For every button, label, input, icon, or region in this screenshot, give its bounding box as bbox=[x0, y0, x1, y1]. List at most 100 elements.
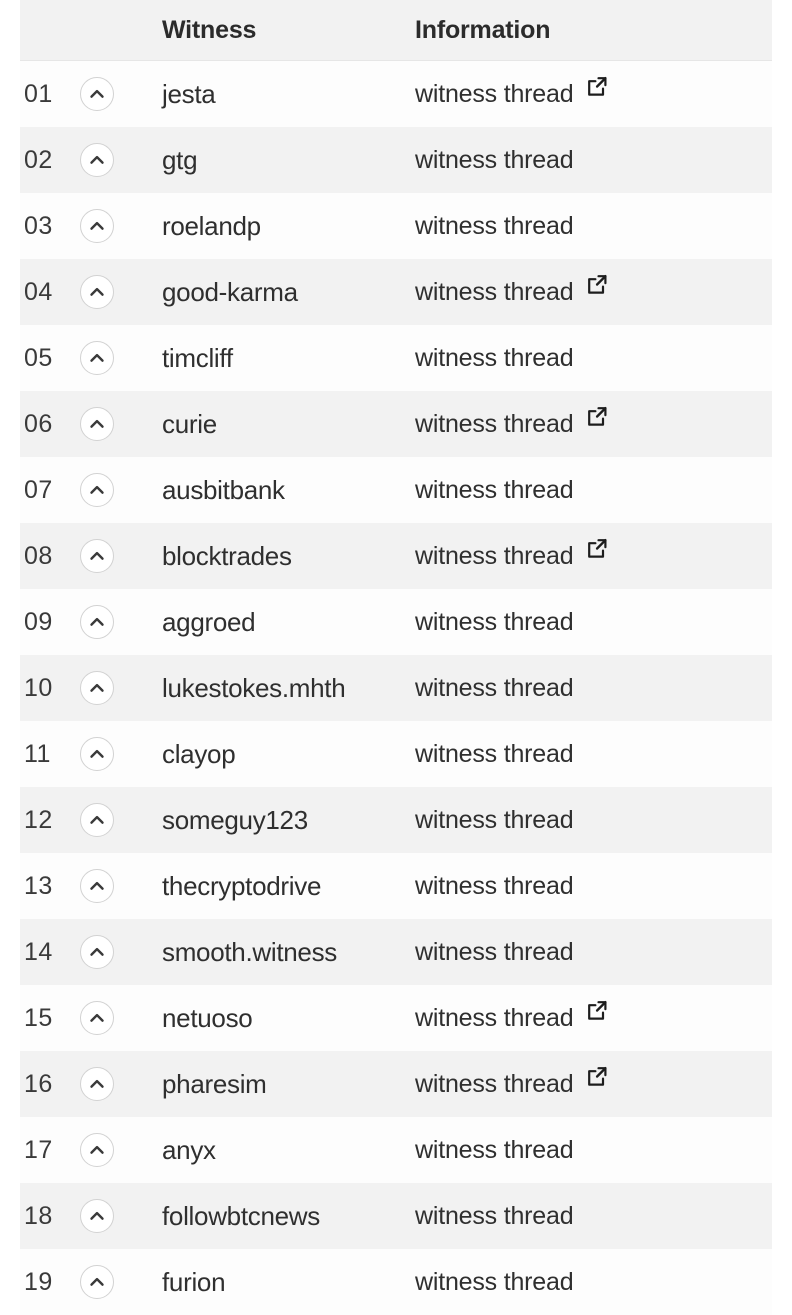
table-row: 02 gtg witness thread bbox=[20, 127, 772, 193]
vote-cell bbox=[80, 209, 140, 243]
chevron-up-circle-icon[interactable] bbox=[80, 1265, 114, 1299]
witness-thread-link[interactable]: witness thread bbox=[415, 608, 574, 637]
witness-rank: 19 bbox=[24, 1267, 53, 1296]
chevron-up-circle-icon[interactable] bbox=[80, 1199, 114, 1233]
witness-thread-link[interactable]: witness thread bbox=[415, 476, 574, 505]
witness-name[interactable]: lukestokes.mhth bbox=[140, 673, 415, 704]
information-cell: witness thread bbox=[415, 674, 772, 703]
information-cell: witness thread bbox=[415, 537, 772, 575]
vote-cell bbox=[80, 803, 140, 837]
witness-thread-link[interactable]: witness thread bbox=[415, 1268, 574, 1297]
chevron-up-circle-icon[interactable] bbox=[80, 671, 114, 705]
information-cell: witness thread bbox=[415, 75, 772, 113]
witness-thread-link[interactable]: witness thread bbox=[415, 1070, 574, 1099]
witness-rank: 07 bbox=[24, 475, 53, 504]
information-cell: witness thread bbox=[415, 146, 772, 175]
witness-name[interactable]: pharesim bbox=[140, 1069, 415, 1100]
vote-cell bbox=[80, 473, 140, 507]
witness-thread-link[interactable]: witness thread bbox=[415, 1004, 574, 1033]
information-cell: witness thread bbox=[415, 1065, 772, 1103]
witness-name[interactable]: netuoso bbox=[140, 1003, 415, 1034]
chevron-up-circle-icon[interactable] bbox=[80, 341, 114, 375]
vote-cell bbox=[80, 1133, 140, 1167]
witness-name[interactable]: smooth.witness bbox=[140, 937, 415, 968]
witness-name[interactable]: gtg bbox=[140, 145, 415, 176]
table-row: 17 anyx witness thread bbox=[20, 1117, 772, 1183]
chevron-up-circle-icon[interactable] bbox=[80, 803, 114, 837]
table-row: 18 followbtcnews witness thread bbox=[20, 1183, 772, 1249]
external-link-icon[interactable] bbox=[585, 75, 609, 99]
witness-thread-link[interactable]: witness thread bbox=[415, 806, 574, 835]
witness-name[interactable]: ausbitbank bbox=[140, 475, 415, 506]
vote-cell bbox=[80, 935, 140, 969]
witness-thread-link[interactable]: witness thread bbox=[415, 80, 574, 109]
witness-name[interactable]: aggroed bbox=[140, 607, 415, 638]
chevron-up-circle-icon[interactable] bbox=[80, 209, 114, 243]
external-link-icon[interactable] bbox=[585, 273, 609, 297]
witness-name[interactable]: someguy123 bbox=[140, 805, 415, 836]
vote-cell bbox=[80, 737, 140, 771]
witness-rank: 04 bbox=[24, 277, 53, 306]
chevron-up-circle-icon[interactable] bbox=[80, 869, 114, 903]
chevron-up-circle-icon[interactable] bbox=[80, 77, 114, 111]
witness-name[interactable]: blocktrades bbox=[140, 541, 415, 572]
witness-name[interactable]: followbtcnews bbox=[140, 1201, 415, 1232]
chevron-up-circle-icon[interactable] bbox=[80, 737, 114, 771]
witness-name[interactable]: jesta bbox=[140, 79, 415, 110]
external-link-icon[interactable] bbox=[585, 537, 609, 561]
witness-thread-link[interactable]: witness thread bbox=[415, 740, 574, 769]
witness-thread-link[interactable]: witness thread bbox=[415, 1202, 574, 1231]
chevron-up-circle-icon[interactable] bbox=[80, 935, 114, 969]
external-link-icon[interactable] bbox=[585, 999, 609, 1023]
chevron-up-circle-icon[interactable] bbox=[80, 143, 114, 177]
witness-thread-link[interactable]: witness thread bbox=[415, 212, 574, 241]
witness-rank: 15 bbox=[24, 1003, 53, 1032]
witness-ranking-table: Witness Information 01 jesta witness thr… bbox=[20, 0, 772, 1315]
witness-rank: 10 bbox=[24, 673, 53, 702]
chevron-up-circle-icon[interactable] bbox=[80, 539, 114, 573]
vote-cell bbox=[80, 605, 140, 639]
witness-thread-link[interactable]: witness thread bbox=[415, 410, 574, 439]
chevron-up-circle-icon[interactable] bbox=[80, 275, 114, 309]
information-cell: witness thread bbox=[415, 806, 772, 835]
witness-name[interactable]: good-karma bbox=[140, 277, 415, 308]
witness-thread-link[interactable]: witness thread bbox=[415, 542, 574, 571]
table-row: 05 timcliff witness thread bbox=[20, 325, 772, 391]
witness-name[interactable]: thecryptodrive bbox=[140, 871, 415, 902]
witness-thread-link[interactable]: witness thread bbox=[415, 1136, 574, 1165]
witness-name[interactable]: anyx bbox=[140, 1135, 415, 1166]
information-cell: witness thread bbox=[415, 999, 772, 1037]
table-header-row: Witness Information bbox=[20, 0, 772, 61]
witness-thread-link[interactable]: witness thread bbox=[415, 674, 574, 703]
chevron-up-circle-icon[interactable] bbox=[80, 605, 114, 639]
information-cell: witness thread bbox=[415, 476, 772, 505]
witness-thread-link[interactable]: witness thread bbox=[415, 344, 574, 373]
vote-cell bbox=[80, 275, 140, 309]
information-cell: witness thread bbox=[415, 872, 772, 901]
external-link-icon[interactable] bbox=[585, 1065, 609, 1089]
vote-cell bbox=[80, 1265, 140, 1299]
witness-rank: 05 bbox=[24, 343, 53, 372]
witness-thread-link[interactable]: witness thread bbox=[415, 938, 574, 967]
witness-name[interactable]: roelandp bbox=[140, 211, 415, 242]
witness-name[interactable]: furion bbox=[140, 1267, 415, 1298]
witness-name[interactable]: curie bbox=[140, 409, 415, 440]
witness-name[interactable]: timcliff bbox=[140, 343, 415, 374]
witness-thread-link[interactable]: witness thread bbox=[415, 872, 574, 901]
witness-thread-link[interactable]: witness thread bbox=[415, 278, 574, 307]
chevron-up-circle-icon[interactable] bbox=[80, 1067, 114, 1101]
witness-rank: 18 bbox=[24, 1201, 53, 1230]
vote-cell bbox=[80, 1067, 140, 1101]
chevron-up-circle-icon[interactable] bbox=[80, 1133, 114, 1167]
witness-name[interactable]: clayop bbox=[140, 739, 415, 770]
table-row: 19 furion witness thread bbox=[20, 1249, 772, 1315]
column-header-information: Information bbox=[415, 15, 551, 44]
table-row: 09 aggroed witness thread bbox=[20, 589, 772, 655]
table-row: 01 jesta witness thread bbox=[20, 61, 772, 127]
witness-rank: 11 bbox=[24, 739, 51, 768]
witness-thread-link[interactable]: witness thread bbox=[415, 146, 574, 175]
external-link-icon[interactable] bbox=[585, 405, 609, 429]
chevron-up-circle-icon[interactable] bbox=[80, 407, 114, 441]
chevron-up-circle-icon[interactable] bbox=[80, 473, 114, 507]
chevron-up-circle-icon[interactable] bbox=[80, 1001, 114, 1035]
